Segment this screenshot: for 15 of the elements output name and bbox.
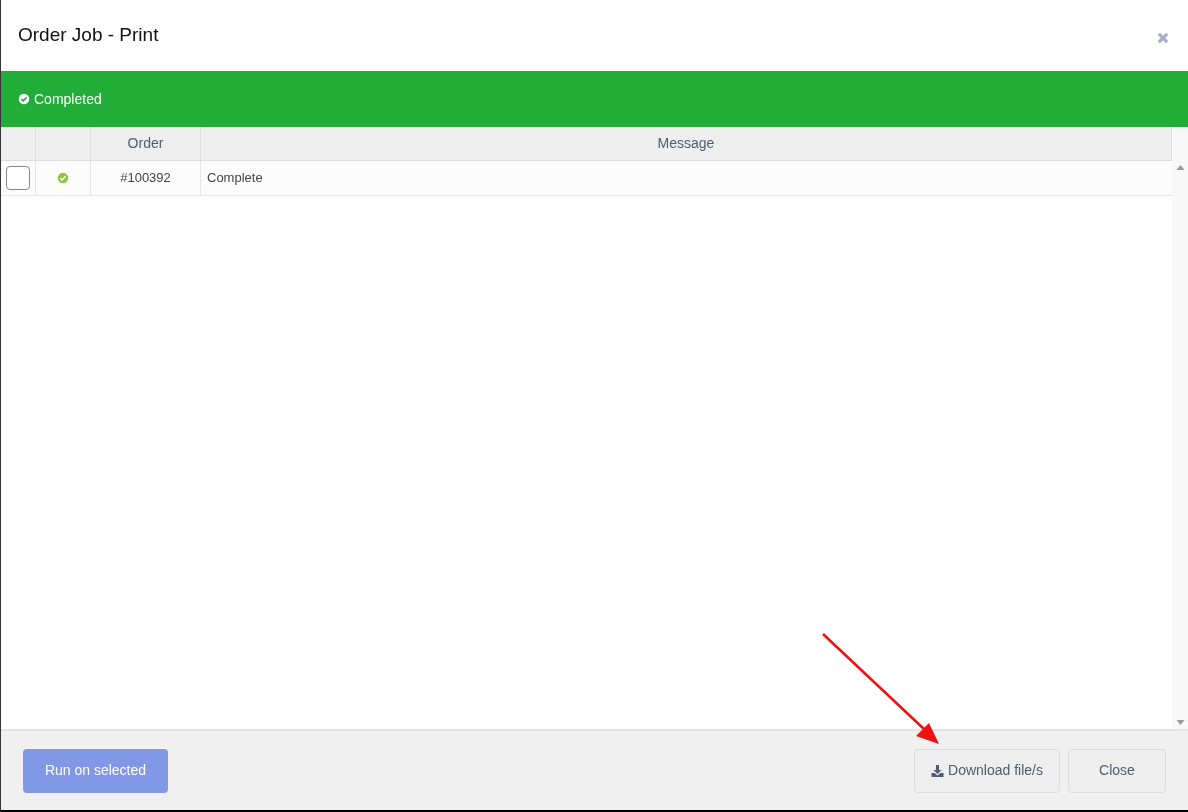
check-circle-icon	[18, 93, 30, 105]
column-header[interactable]: Message	[657, 133, 715, 154]
scroll-down-icon[interactable]	[1175, 720, 1185, 725]
order-cell-text: #100392	[120, 169, 171, 188]
scrollbar[interactable]	[1172, 127, 1188, 729]
banner-text: Completed	[34, 89, 102, 109]
download-button[interactable]: Download file/s	[914, 748, 1060, 793]
message-cell-text: Complete	[207, 169, 263, 188]
download-icon	[931, 764, 945, 777]
close-button[interactable]: Close	[1068, 748, 1166, 793]
window-title: Order Job - Print	[18, 23, 159, 48]
scroll-up-icon[interactable]	[1175, 165, 1185, 170]
row-checkbox[interactable]	[6, 166, 30, 190]
close-icon[interactable]	[1157, 31, 1169, 44]
column-header[interactable]: Order	[127, 133, 164, 154]
